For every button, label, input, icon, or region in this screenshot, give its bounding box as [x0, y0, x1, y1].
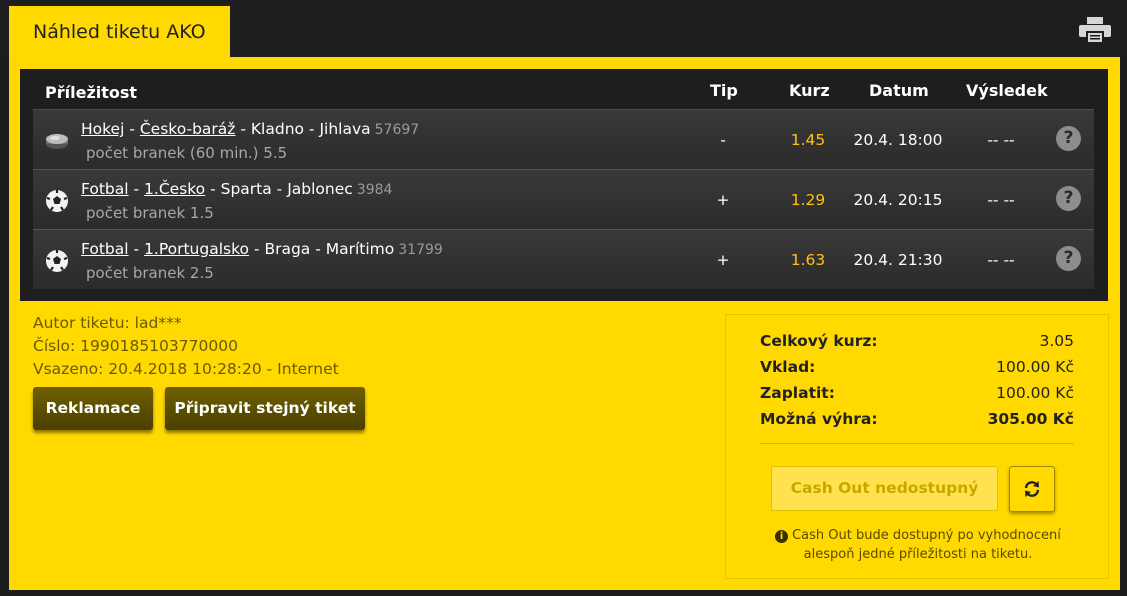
ticket-summary: Celkový kurz: 3.05 Vklad: 100.00 Kč Zapl… [725, 314, 1109, 579]
league-link[interactable]: 1.Portugalsko [144, 240, 249, 258]
event-title: Hokej - Česko-baráž - Kladno - Jihlava 57… [81, 120, 419, 138]
stake-value: 100.00 Kč [996, 358, 1074, 376]
tip-value: + [716, 251, 730, 269]
print-icon[interactable] [1079, 17, 1111, 43]
reklamace-button[interactable]: Reklamace [33, 387, 153, 430]
events-table: Příležitost Tip Kurz Datum Výsledek Hoke… [20, 69, 1108, 301]
cashout-note-line1: Cash Out bude dostupný po vyhodnocení [792, 528, 1061, 543]
info-icon: i [775, 530, 789, 543]
pay-value: 100.00 Kč [996, 384, 1074, 402]
result-value: -- -- [987, 191, 1015, 209]
date-value: 20.4. 18:00 [853, 131, 943, 149]
header-datum: Datum [869, 81, 929, 100]
ticket-panel: Příležitost Tip Kurz Datum Výsledek Hoke… [9, 57, 1120, 590]
separator: - [249, 240, 265, 258]
top-bar: Náhled tiketu AKO [0, 0, 1127, 57]
help-icon[interactable]: ? [1056, 186, 1081, 211]
match-name: Kladno - Jihlava [250, 120, 371, 138]
total-odds-value: 3.05 [1039, 332, 1074, 350]
league-link[interactable]: 1.Česko [144, 180, 205, 198]
refresh-button[interactable] [1009, 466, 1055, 512]
soccer-ball-icon [46, 250, 68, 272]
result-value: -- -- [987, 131, 1015, 149]
event-id: 31799 [398, 242, 443, 258]
tip-value: + [716, 191, 730, 209]
table-row: Fotbal - 1.Česko - Sparta - Jablonec 3984… [33, 169, 1094, 229]
match-name: Sparta - Jablonec [220, 180, 353, 198]
help-icon[interactable]: ? [1056, 126, 1081, 151]
ticket-number: Číslo: 1990185103770000 [33, 337, 238, 355]
tip-value: - [720, 131, 726, 149]
same-ticket-button[interactable]: Připravit stejný tiket [165, 387, 365, 430]
tab-title: Náhled tiketu AKO [33, 21, 206, 43]
market-name: počet branek (60 min.) 5.5 [86, 144, 288, 162]
sport-link[interactable]: Hokej [81, 120, 124, 138]
soccer-ball-icon [46, 190, 68, 212]
event-id: 57697 [374, 122, 420, 138]
odds-value: 1.45 [790, 131, 826, 149]
cashout-note: i Cash Out bude dostupný po vyhodnocení a… [746, 526, 1090, 564]
header-vysledek: Výsledek [966, 81, 1048, 100]
header-tip: Tip [710, 81, 738, 100]
refresh-icon [1024, 481, 1040, 497]
table-row: Hokej - Česko-baráž - Kladno - Jihlava 57… [33, 109, 1094, 169]
table-row: Fotbal - 1.Portugalsko - Braga - Marítim… [33, 229, 1094, 289]
stake-label: Vklad: [760, 358, 816, 376]
market-name: počet branek 1.5 [86, 204, 214, 222]
separator: - [124, 120, 140, 138]
separator: - [205, 180, 221, 198]
odds-value: 1.29 [790, 191, 826, 209]
cashout-note-line2: alespoň jedné příležitosti na tiketu. [803, 547, 1033, 562]
league-link[interactable]: Česko-baráž [140, 120, 236, 138]
event-title: Fotbal - 1.Portugalsko - Braga - Marítim… [81, 240, 443, 258]
help-icon[interactable]: ? [1056, 246, 1081, 271]
ticket-author: Autor tiketu: lad*** [33, 314, 182, 332]
date-value: 20.4. 20:15 [853, 191, 943, 209]
separator: - [128, 240, 145, 258]
market-name: počet branek 2.5 [86, 264, 214, 282]
pay-label: Zaplatit: [760, 384, 835, 402]
event-id: 3984 [356, 182, 393, 198]
header-kurz: Kurz [789, 81, 830, 100]
divider [760, 443, 1074, 444]
hockey-puck-icon [46, 134, 68, 149]
match-name: Braga - Marítimo [264, 240, 395, 258]
separator: - [235, 120, 251, 138]
possible-win-value: 305.00 Kč [987, 410, 1074, 428]
separator: - [128, 180, 145, 198]
event-title: Fotbal - 1.Česko - Sparta - Jablonec 3984 [81, 180, 392, 198]
header-event: Příležitost [45, 83, 138, 102]
tab-ticket-preview[interactable]: Náhled tiketu AKO [9, 6, 230, 57]
table-header: Příležitost Tip Kurz Datum Výsledek [33, 69, 1094, 109]
odds-value: 1.63 [790, 251, 826, 269]
ticket-placed: Vsazeno: 20.4.2018 10:28:20 - Internet [33, 360, 339, 378]
cashout-button[interactable]: Cash Out nedostupný [771, 466, 998, 511]
total-odds-label: Celkový kurz: [760, 332, 878, 350]
sport-link[interactable]: Fotbal [81, 240, 129, 258]
sport-link[interactable]: Fotbal [81, 180, 129, 198]
possible-win-label: Možná výhra: [760, 410, 878, 428]
date-value: 20.4. 21:30 [853, 251, 943, 269]
result-value: -- -- [987, 251, 1015, 269]
